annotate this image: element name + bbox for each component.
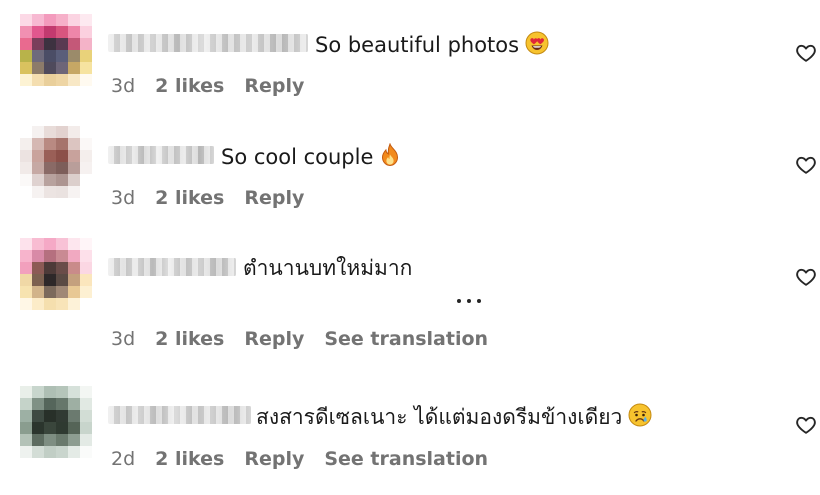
comment-time[interactable]: 2d xyxy=(111,448,135,470)
blurred-username[interactable] xyxy=(108,258,236,276)
comment-text: So cool couple xyxy=(221,142,401,173)
heart-eyes-emoji-icon xyxy=(525,31,549,61)
comment-body: So cool couple xyxy=(221,145,374,169)
reply-button[interactable]: Reply xyxy=(244,328,304,350)
comment-text: ตำนานบทใหม่มาก xyxy=(243,255,412,281)
comment-meta: 3d 2 likes Reply xyxy=(111,74,324,98)
reply-button[interactable]: Reply xyxy=(244,75,304,97)
reply-button[interactable]: Reply xyxy=(244,187,304,209)
comment-body: ตำนานบทใหม่มาก xyxy=(243,256,413,280)
avatar[interactable] xyxy=(20,126,92,198)
comment-body: So beautiful photos xyxy=(315,33,520,57)
like-heart-icon[interactable] xyxy=(795,414,817,436)
see-translation-button[interactable]: See translation xyxy=(324,328,488,350)
comment-time[interactable]: 3d xyxy=(111,328,135,350)
comment-meta: 3d 2 likes Reply xyxy=(111,186,324,210)
likes-count[interactable]: 2 likes xyxy=(155,75,224,97)
blurred-username[interactable] xyxy=(108,34,308,52)
reply-button[interactable]: Reply xyxy=(244,448,304,470)
sad-face-emoji-icon xyxy=(628,403,652,433)
blurred-username[interactable] xyxy=(108,406,251,424)
more-options-icon[interactable] xyxy=(454,293,484,307)
comment-body: สงสารดีเซลเนาะ ได้แต่มองดรีมข้างเดียว xyxy=(256,405,623,429)
likes-count[interactable]: 2 likes xyxy=(155,328,224,350)
fire-emoji-icon xyxy=(379,142,401,173)
blurred-username[interactable] xyxy=(108,146,214,164)
avatar[interactable] xyxy=(20,14,92,86)
avatar[interactable] xyxy=(20,386,92,458)
comment-time[interactable]: 3d xyxy=(111,75,135,97)
like-heart-icon[interactable] xyxy=(795,154,817,176)
comment-time[interactable]: 3d xyxy=(111,187,135,209)
like-heart-icon[interactable] xyxy=(795,266,817,288)
comment-meta: 3d 2 likes Reply See translation xyxy=(111,327,488,351)
avatar[interactable] xyxy=(20,238,92,310)
likes-count[interactable]: 2 likes xyxy=(155,448,224,470)
comment-meta: 2d 2 likes Reply See translation xyxy=(111,447,488,471)
see-translation-button[interactable]: See translation xyxy=(324,448,488,470)
likes-count[interactable]: 2 likes xyxy=(155,187,224,209)
like-heart-icon[interactable] xyxy=(795,42,817,64)
comment-text: So beautiful photos xyxy=(315,31,549,61)
comment-text: สงสารดีเซลเนาะ ได้แต่มองดรีมข้างเดียว xyxy=(256,403,652,433)
